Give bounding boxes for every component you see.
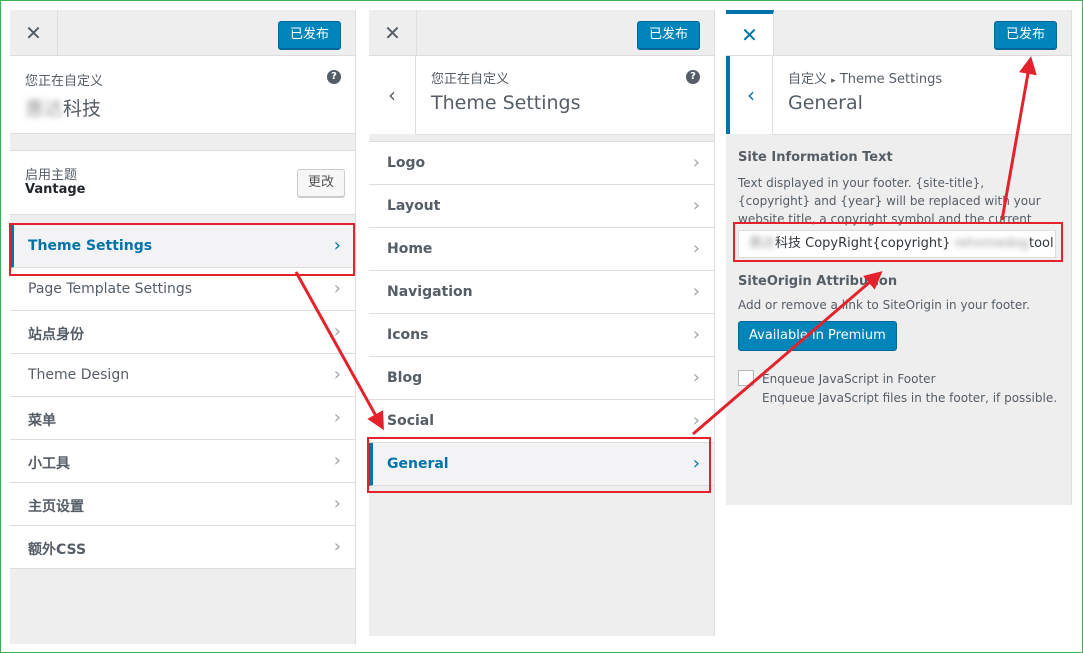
chevron-right-icon: › [692, 324, 700, 345]
menu-item-label: Layout [387, 198, 441, 214]
menu-item-label: Social [387, 413, 435, 429]
customizing-label: 您正在自定义 [25, 74, 104, 89]
menu-item-additional-css[interactable]: 额外CSS › [10, 526, 355, 569]
customizing-label: 您正在自定义 [431, 72, 510, 87]
close-customizer-button[interactable]: ✕ [369, 10, 417, 55]
customizer-panel-main: ✕ 已发布 您正在自定义 惠达科技 ? 启用主题 Vantage 更改 Them… [10, 10, 356, 644]
site-title: 惠达科技 [25, 94, 101, 121]
chevron-right-icon: › [333, 493, 341, 514]
chevron-right-icon: › [333, 407, 341, 428]
chevron-left-icon: ‹ [388, 83, 396, 107]
section-info: 自定义 ▸ Theme Settings General [773, 56, 1071, 135]
menu-item-label: Logo [387, 155, 426, 171]
attribution-section: SiteOrigin Attribution Add or remove a l… [738, 274, 1059, 312]
menu-item-blog[interactable]: Blog › [369, 357, 714, 400]
help-icon[interactable]: ? [686, 70, 700, 84]
section-title: General [788, 92, 863, 114]
highlight-box-site-info-input [733, 222, 1063, 262]
close-customizer-button[interactable]: ✕ [10, 10, 58, 55]
menu-item-label: Icons [387, 327, 429, 343]
chevron-right-icon: › [333, 450, 341, 471]
site-title-suffix: 科技 [63, 98, 102, 120]
menu-item-menus[interactable]: 菜单 › [10, 397, 355, 440]
back-button[interactable]: ‹ [369, 56, 416, 134]
menu-item-label: 额外CSS [28, 542, 87, 558]
menu-item-label: 站点身份 [28, 327, 84, 343]
customizer-header: ✕ 已发布 [10, 10, 355, 56]
chevron-right-icon: › [692, 367, 700, 388]
close-icon: ✕ [384, 20, 401, 45]
menu-item-site-identity[interactable]: 站点身份 › [10, 311, 355, 354]
menu-item-label: Blog [387, 370, 423, 386]
theme-settings-menu: Logo › Layout › Home › Navigation › Icons › B… [369, 141, 714, 486]
close-icon: ✕ [741, 22, 758, 47]
customizer-panel-theme-settings: ✕ 已发布 ‹ 您正在自定义 Theme Settings ? Logo › La… [369, 10, 715, 636]
menu-item-label: Navigation [387, 284, 473, 300]
enqueue-section: Enqueue JavaScript in Footer Enqueue Jav… [762, 370, 1059, 408]
back-button[interactable]: ‹ [726, 56, 773, 134]
available-in-premium-button[interactable]: Available in Premium [738, 321, 897, 351]
publish-button[interactable]: 已发布 [636, 21, 700, 49]
enqueue-label: Enqueue JavaScript in Footer [762, 372, 936, 386]
enqueue-description: Enqueue JavaScript files in the footer, … [762, 391, 1058, 405]
chevron-right-icon: › [692, 152, 700, 173]
breadcrumb-current: Theme Settings [839, 72, 943, 87]
menu-item-theme-design[interactable]: Theme Design › [10, 354, 355, 397]
chevron-right-icon: › [692, 410, 700, 431]
help-icon[interactable]: ? [327, 70, 341, 84]
blurred-text: 惠达 [25, 98, 64, 120]
menu-item-home[interactable]: Home › [369, 228, 714, 271]
active-theme-section: 启用主题 Vantage 更改 [10, 150, 355, 215]
chevron-right-icon: › [692, 238, 700, 259]
chevron-right-icon: › [333, 364, 341, 385]
customizer-info: 您正在自定义 惠达科技 ? [10, 56, 355, 134]
menu-item-layout[interactable]: Layout › [369, 185, 714, 228]
close-customizer-button[interactable]: ✕ [726, 10, 774, 55]
chevron-right-icon: › [692, 281, 700, 302]
publish-button[interactable]: 已发布 [993, 21, 1057, 49]
menu-item-label: Home [387, 241, 433, 257]
chevron-right-icon: › [333, 321, 341, 342]
highlight-box-general [367, 437, 711, 493]
customizer-header: ✕ 已发布 [726, 10, 1071, 56]
menu-item-icons[interactable]: Icons › [369, 314, 714, 357]
attribution-title: SiteOrigin Attribution [738, 274, 898, 289]
menu-item-homepage-settings[interactable]: 主页设置 › [10, 483, 355, 526]
customizer-menu: Theme Settings › Page Template Settings › … [10, 225, 355, 569]
enqueue-js-checkbox[interactable] [738, 370, 754, 386]
publish-button[interactable]: 已发布 [277, 21, 341, 49]
breadcrumb-separator: ▸ [831, 76, 836, 86]
menu-item-logo[interactable]: Logo › [369, 142, 714, 185]
breadcrumb: 自定义 ▸ Theme Settings [788, 68, 942, 87]
menu-item-label: Theme Design [28, 367, 130, 383]
menu-item-label: 主页设置 [28, 499, 84, 515]
breadcrumb-root: 自定义 [788, 72, 828, 87]
highlight-box-theme-settings [9, 223, 355, 276]
menu-item-widgets[interactable]: 小工具 › [10, 440, 355, 483]
customizer-header: ✕ 已发布 [369, 10, 714, 56]
chevron-left-icon: ‹ [747, 83, 755, 107]
menu-item-label: Page Template Settings [28, 281, 193, 297]
site-info-title: Site Information Text [738, 150, 893, 165]
menu-item-label: 菜单 [28, 413, 56, 429]
chevron-right-icon: › [692, 195, 700, 216]
section-info: 您正在自定义 Theme Settings ? [416, 56, 714, 135]
chevron-right-icon: › [333, 278, 341, 299]
close-icon: ✕ [25, 20, 42, 45]
chevron-right-icon: › [333, 536, 341, 557]
theme-name: Vantage [25, 182, 86, 197]
section-title: Theme Settings [431, 92, 581, 114]
menu-item-navigation[interactable]: Navigation › [369, 271, 714, 314]
attribution-description: Add or remove a link to SiteOrigin in yo… [738, 298, 1030, 312]
change-theme-button[interactable]: 更改 [296, 169, 345, 197]
menu-item-label: 小工具 [28, 456, 70, 472]
active-theme-label: 启用主题 [25, 168, 78, 183]
